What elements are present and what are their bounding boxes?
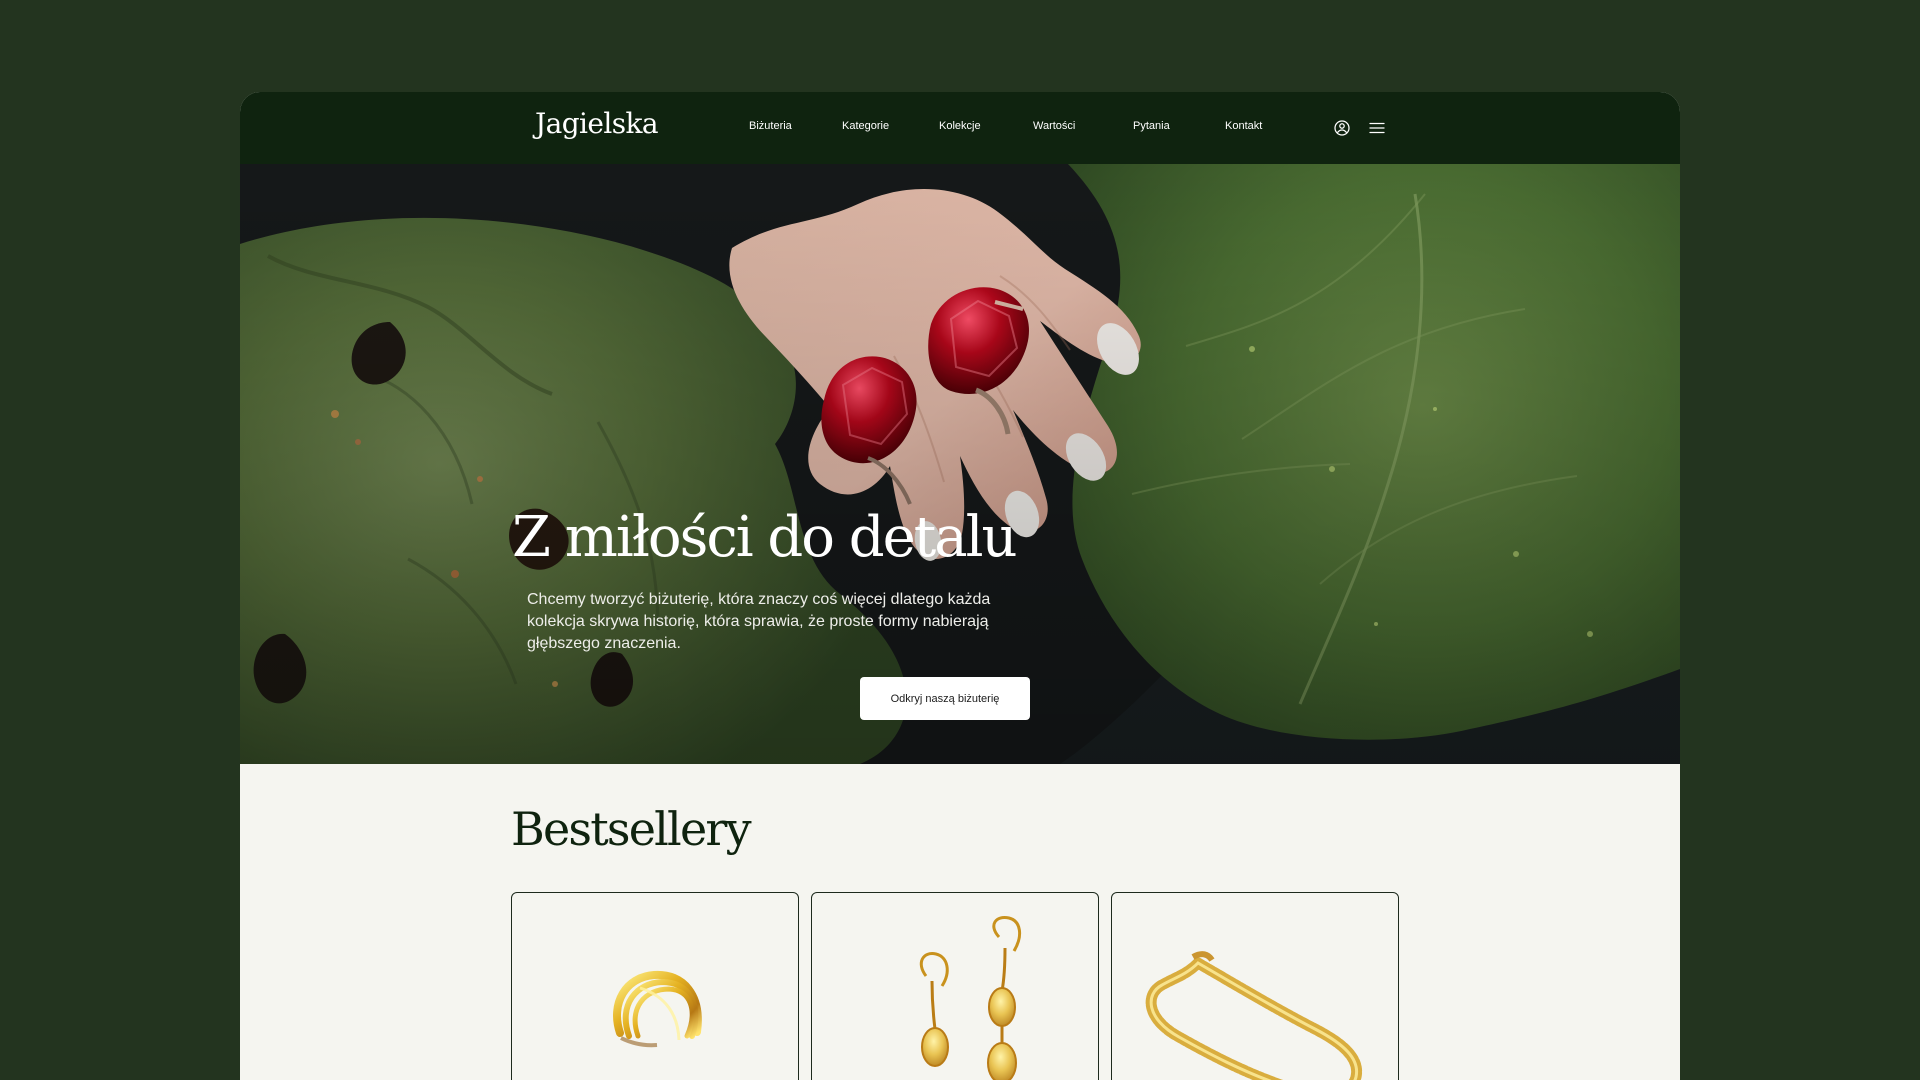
hero-description: Chcemy tworzyć biżuterię, która znaczy c…: [527, 591, 991, 652]
nav-item-bizuteria[interactable]: Biżuteria: [749, 120, 792, 132]
hero-title: Z miłości do detalu: [512, 505, 1018, 570]
hero-image: [240, 164, 1680, 764]
product-card-ring[interactable]: [511, 892, 799, 1080]
nav-item-kontakt[interactable]: Kontakt: [1225, 120, 1262, 132]
gold-ring-icon: [613, 970, 702, 1048]
gold-chain-icon: [1145, 951, 1363, 1080]
product-card-chain[interactable]: [1111, 892, 1399, 1080]
nav-item-kolekcje[interactable]: Kolekcje: [939, 120, 981, 132]
bestsellers-section: Bestsellery: [240, 764, 1680, 1080]
product-card-earrings[interactable]: [811, 892, 1099, 1080]
nav-item-pytania[interactable]: Pytania: [1133, 120, 1170, 132]
user-icon[interactable]: [1333, 119, 1351, 137]
brand-logo[interactable]: Jagielska: [535, 110, 659, 138]
hero-section: Z miłości do detalu Chcemy tworzyć biżut…: [240, 164, 1680, 764]
site-header: Jagielska Biżuteria Kategorie Kolekcje W…: [240, 92, 1680, 164]
bestsellers-title: Bestsellery: [511, 802, 752, 856]
gold-earrings-icon: [919, 915, 1022, 1080]
nav-item-kategorie[interactable]: Kategorie: [842, 120, 889, 132]
website-frame: Jagielska Biżuteria Kategorie Kolekcje W…: [240, 92, 1680, 1080]
discover-jewelry-button[interactable]: Odkryj naszą biżuterię: [860, 677, 1030, 720]
nav-item-wartosci[interactable]: Wartości: [1033, 120, 1075, 132]
menu-icon[interactable]: [1368, 119, 1386, 137]
